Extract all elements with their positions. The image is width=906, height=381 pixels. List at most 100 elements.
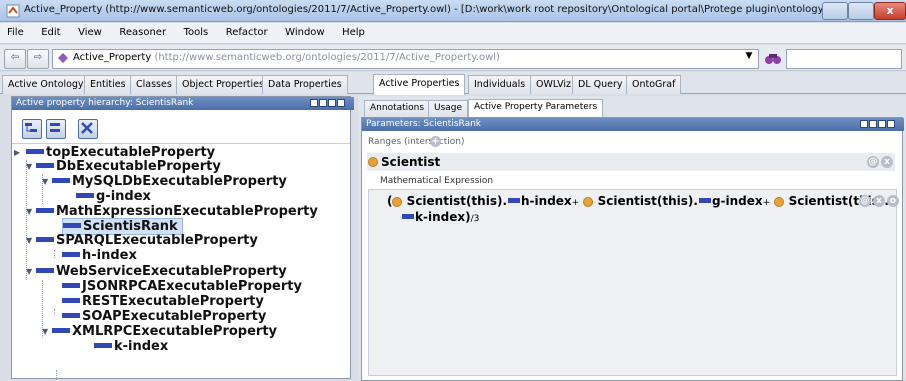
window-title-bar: Active_Property (http://www.semanticweb.… [0, 0, 906, 22]
tree-node-xmlrpcexecutableproperty[interactable]: ▼ XMLRPCExecutableProperty [42, 324, 277, 339]
tree-node-label: SOAPExecutableProperty [82, 309, 267, 324]
expr-term-class: Scientist(this). [597, 194, 698, 208]
plus-operator: + [762, 198, 771, 208]
menu-window[interactable]: Window [278, 23, 331, 38]
tab-active-properties[interactable]: Active Properties [373, 74, 466, 95]
expr-term-property: g-index [711, 194, 763, 208]
collapse-toggle-icon[interactable]: ▼ [26, 204, 36, 219]
delete-range-icon[interactable]: x [881, 156, 893, 168]
expr-term-property: k-index) [415, 210, 471, 224]
tab-active-property-parameters[interactable]: Active Property Parameters [468, 99, 604, 118]
back-button[interactable]: ⇦ [4, 49, 26, 69]
tree-node-mathexpressionexecutableproperty[interactable]: ▼ MathExpressionExecutableProperty [26, 204, 318, 219]
tree-node-sparqlexecutableproperty[interactable]: ▼ SPARQLExecutableProperty [26, 233, 258, 248]
parameters-view: Parameters: ScientisRank Ranges (interse… [361, 117, 904, 381]
add-sibling-property-icon[interactable] [46, 119, 66, 139]
expand-toggle-icon[interactable]: ▶ [14, 145, 24, 160]
property-icon [36, 237, 54, 242]
property-icon [63, 223, 81, 228]
hierarchy-header: Active property hierarchy: ScientisRank [12, 97, 354, 110]
view-control-buttons[interactable] [859, 120, 895, 129]
delete-property-icon[interactable] [78, 119, 98, 139]
property-icon [698, 198, 711, 203]
hierarchy-toolbar [12, 111, 350, 144]
maximize-button[interactable] [848, 2, 874, 20]
property-icon [52, 178, 70, 183]
class-icon [774, 196, 785, 207]
tab-active-ontology[interactable]: Active Ontology [2, 75, 90, 94]
tree-node-jsonrpcaexecutableproperty[interactable]: JSONRPCAExecutableProperty [62, 279, 302, 294]
tree-node-webserviceexecutableproperty[interactable]: ▼ WebServiceExecutableProperty [26, 264, 287, 279]
tree-node-topexecutableproperty[interactable]: ▶ topExecutableProperty [14, 145, 215, 160]
tree-node-g-index[interactable]: g-index [76, 189, 151, 204]
property-icon [62, 298, 80, 303]
class-icon [392, 196, 403, 207]
property-tree: ▶ topExecutableProperty ▼ DbExecutablePr… [12, 144, 350, 380]
menu-help[interactable]: Help [335, 23, 372, 38]
tree-node-label: WebServiceExecutableProperty [56, 264, 287, 279]
collapse-toggle-icon[interactable]: ▼ [26, 159, 36, 174]
tab-data-properties[interactable]: Data Properties [262, 75, 348, 94]
tree-node-k-index[interactable]: k-index [94, 339, 168, 354]
search-input[interactable] [786, 49, 902, 69]
ontology-name: Active_Property [73, 52, 152, 63]
close-button[interactable]: x [874, 2, 906, 20]
tree-node-dbexecutableproperty[interactable]: ▼ DbExecutableProperty [26, 159, 221, 174]
tab-individuals[interactable]: Individuals [468, 75, 532, 94]
tree-node-restexecutableproperty[interactable]: RESTExecutableProperty [62, 294, 264, 309]
collapse-toggle-icon[interactable]: ▼ [26, 264, 36, 279]
menu-view[interactable]: View [71, 23, 109, 38]
chevron-down-icon[interactable]: ▼ [744, 51, 754, 65]
tab-ontograf[interactable]: OntoGraf [626, 75, 682, 94]
tree-node-h-index[interactable]: h-index [62, 248, 137, 263]
tree-node-label: DbExecutableProperty [56, 159, 221, 174]
expression-line-2: k-index)/3 [401, 209, 479, 227]
property-icon [26, 149, 44, 154]
range-row-scientist[interactable]: Scientist @ x [367, 153, 895, 171]
ontology-toolbar: ⇦ ⇨ Active_Property (http://www.semantic… [0, 45, 906, 71]
property-icon [402, 214, 414, 219]
active-ontology-combo[interactable]: Active_Property (http://www.semanticweb.… [52, 49, 759, 69]
collapse-toggle-icon[interactable]: ▼ [26, 233, 36, 248]
tree-node-label: g-index [96, 189, 151, 204]
property-details-panel: Annotations Usage Active Property Parame… [358, 96, 906, 381]
forward-button[interactable]: ⇨ [27, 49, 49, 69]
tree-node-label: k-index [114, 339, 169, 354]
binoculars-icon[interactable] [764, 51, 782, 65]
protege-app-icon [6, 4, 20, 18]
collapse-toggle-icon[interactable]: ▼ [42, 324, 52, 339]
tab-entities[interactable]: Entities [84, 75, 132, 94]
main-tab-bar: Active Ontology Entities Classes Object … [0, 72, 906, 95]
parameters-header: Parameters: ScientisRank [362, 118, 904, 131]
edit-range-icon[interactable]: @ [867, 156, 879, 168]
ontology-icon [58, 53, 68, 63]
property-icon [76, 193, 94, 198]
delete-expression-icon[interactable]: x [873, 195, 885, 207]
add-range-icon[interactable]: + [430, 136, 441, 147]
menu-refactor[interactable]: Refactor [219, 23, 275, 38]
property-icon [36, 163, 54, 168]
tab-classes[interactable]: Classes [130, 75, 178, 94]
tree-node-label: MathExpressionExecutableProperty [56, 204, 318, 219]
menu-edit[interactable]: Edit [34, 23, 67, 38]
edit-expression-icon[interactable]: o [887, 195, 899, 207]
tree-node-label: XMLRPCExecutableProperty [72, 324, 278, 339]
annotate-expression-icon[interactable]: @ [859, 195, 871, 207]
tree-node-soapexecutableproperty[interactable]: SOAPExecutableProperty [62, 309, 266, 324]
add-sub-property-icon[interactable] [22, 119, 42, 139]
property-icon [62, 252, 80, 257]
tab-object-properties[interactable]: Object Properties [176, 75, 270, 94]
tab-usage[interactable]: Usage [428, 100, 469, 117]
tab-dl-query[interactable]: DL Query [572, 75, 629, 94]
tab-annotations[interactable]: Annotations [364, 100, 431, 117]
menu-reasoner[interactable]: Reasoner [112, 23, 173, 38]
collapse-toggle-icon[interactable]: ▼ [42, 174, 52, 189]
tab-owlviz[interactable]: OWLViz [530, 75, 578, 94]
expr-term-property: h-index [521, 194, 572, 208]
view-control-buttons[interactable] [309, 99, 345, 108]
math-expression-editor[interactable]: ( Scientist(this). h-index+ Scientist(thi… [368, 189, 899, 376]
tree-node-mysqldbexecutableproperty[interactable]: ▼ MySQLDbExecutableProperty [42, 174, 287, 189]
menu-tools[interactable]: Tools [177, 23, 216, 38]
menu-file[interactable]: File [0, 23, 31, 38]
minimize-button[interactable] [822, 2, 848, 20]
